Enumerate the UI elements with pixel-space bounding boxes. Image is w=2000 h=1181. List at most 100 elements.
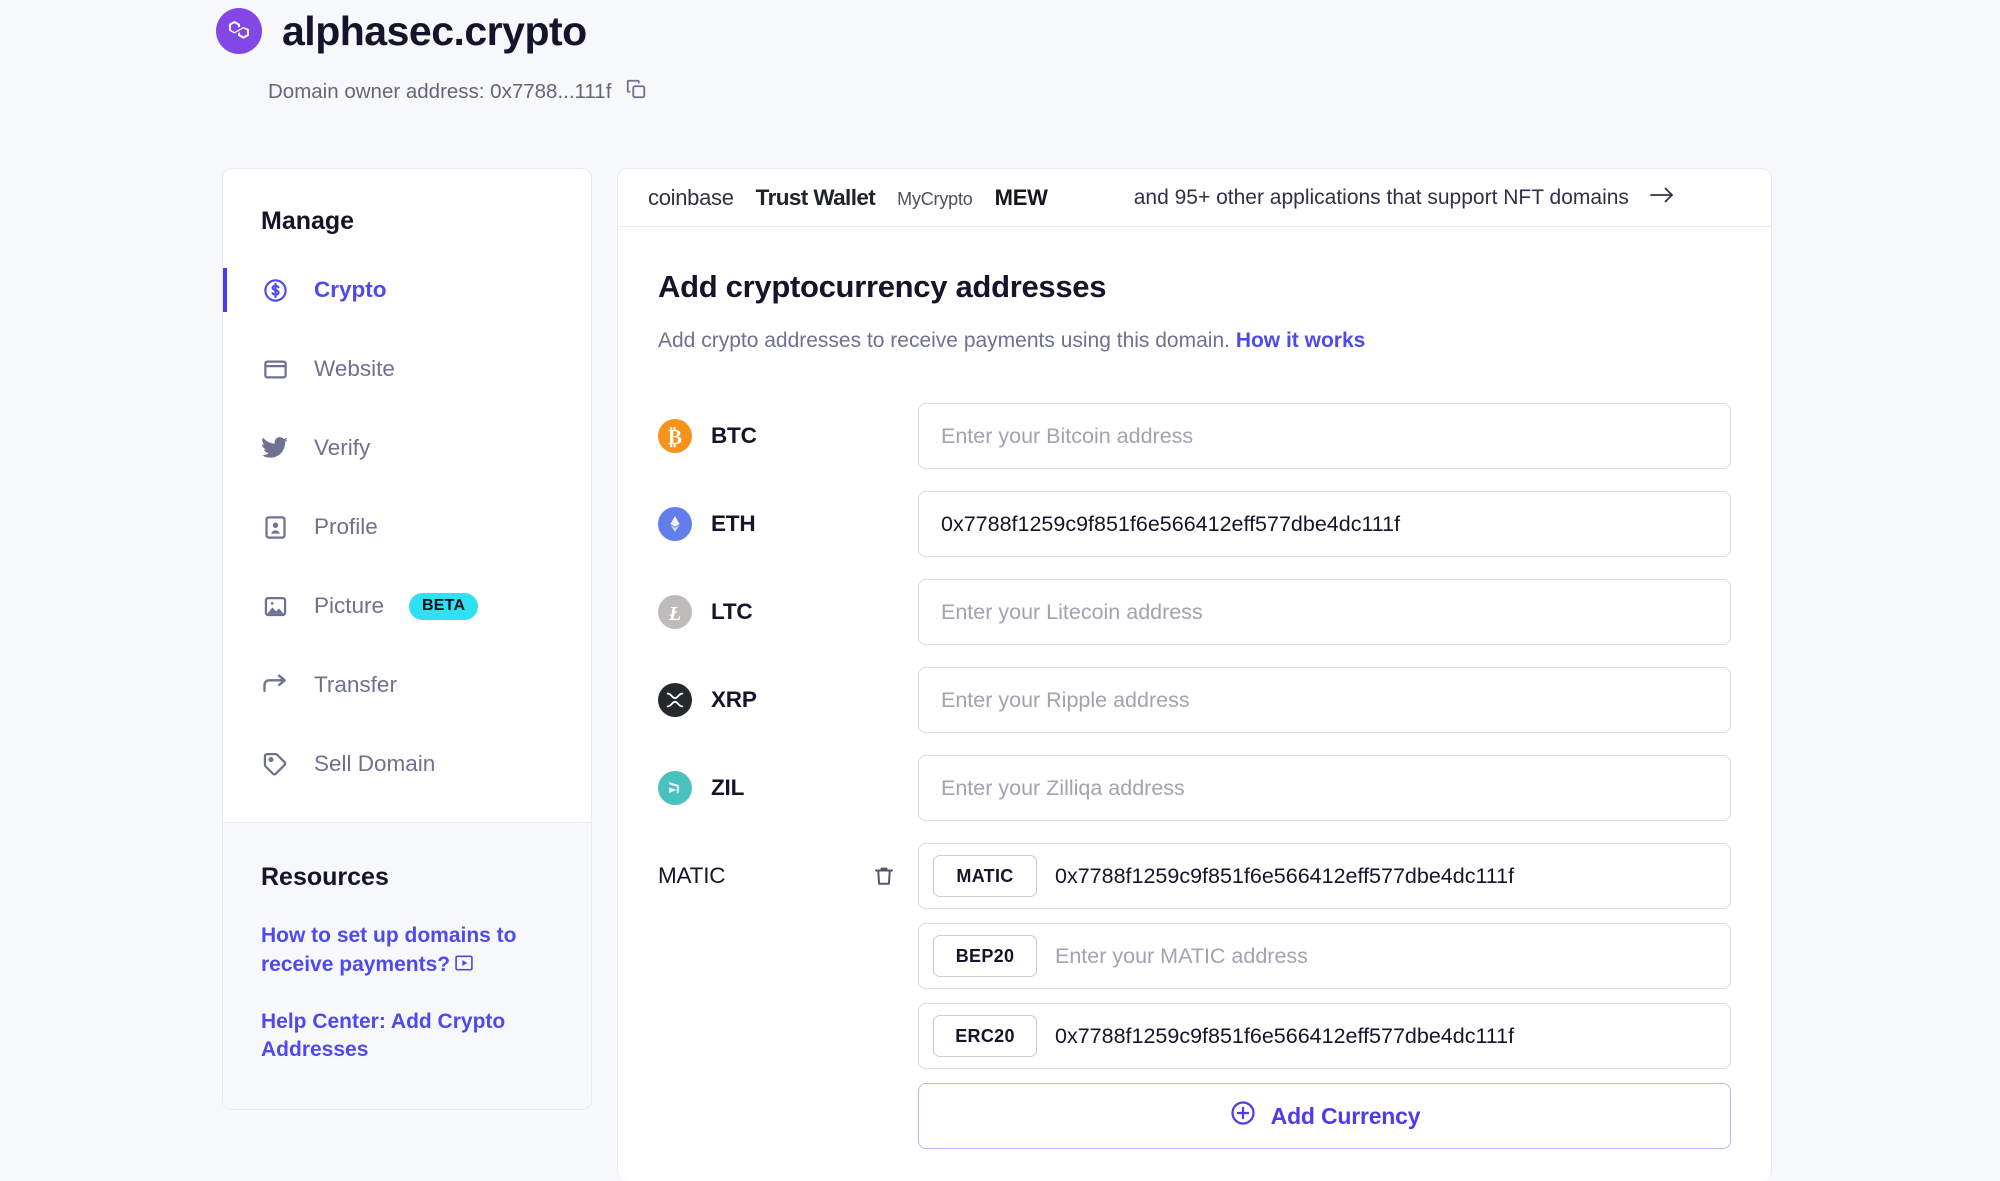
plus-circle-icon bbox=[1229, 1099, 1257, 1133]
price-tag-icon bbox=[261, 750, 289, 778]
arrow-right-icon bbox=[1649, 184, 1675, 212]
currency-input-wrap-btc bbox=[918, 403, 1731, 469]
sidebar-item-label: Profile bbox=[314, 514, 378, 539]
sidebar-item-crypto[interactable]: Crypto bbox=[223, 266, 591, 314]
bitcoin-icon: ₿ bbox=[658, 419, 692, 453]
dollar-circle-icon bbox=[261, 276, 289, 304]
currency-label-xrp: XRP bbox=[658, 667, 918, 733]
matic-address-input[interactable] bbox=[1055, 844, 1716, 908]
image-icon bbox=[261, 592, 289, 620]
currency-ticker: MATIC bbox=[658, 863, 726, 888]
domain-owner-row: Domain owner address: 0x7788...111f bbox=[268, 78, 647, 105]
sidebar-item-website[interactable]: Website bbox=[223, 345, 591, 393]
wallet-logo-mycrypto: MyCrypto bbox=[897, 188, 973, 209]
btc-address-input[interactable] bbox=[918, 403, 1731, 469]
play-video-icon bbox=[454, 953, 474, 982]
chain-chip-matic[interactable]: MATIC bbox=[933, 855, 1037, 897]
svg-text:₿: ₿ bbox=[668, 425, 682, 449]
page-subtitle-text: Add crypto addresses to receive payments… bbox=[658, 329, 1230, 352]
sidebar-item-label: Transfer bbox=[314, 672, 397, 697]
resource-link-label: How to set up domains to receive payment… bbox=[261, 924, 517, 976]
wallet-logo-coinbase: coinbase bbox=[648, 184, 734, 210]
litecoin-icon: Ł bbox=[658, 595, 692, 629]
currency-label-zil: ZIL bbox=[658, 755, 918, 821]
wallet-logo-mew: MEW bbox=[994, 184, 1048, 210]
browser-window-icon bbox=[261, 355, 289, 383]
manage-heading: Manage bbox=[261, 207, 355, 235]
manage-section: Manage Crypto Website Verify Profile Pic… bbox=[223, 169, 591, 822]
sidebar-item-sell-domain[interactable]: Sell Domain bbox=[223, 740, 591, 788]
currency-row-eth: ETH bbox=[658, 491, 1731, 557]
matic-chain-inputs: MATIC BEP20 ERC20 bbox=[918, 843, 1731, 1149]
polygon-logo-icon bbox=[216, 8, 262, 54]
currency-row-zil: ZIL bbox=[658, 755, 1731, 821]
currency-ticker: BTC bbox=[711, 423, 757, 448]
svg-text:Ł: Ł bbox=[668, 603, 681, 625]
domain-title-row: alphasec.crypto bbox=[216, 8, 647, 54]
arrow-turn-right-icon bbox=[261, 671, 289, 699]
chain-chip-erc20[interactable]: ERC20 bbox=[933, 1015, 1037, 1057]
sidebar-item-label: Crypto bbox=[314, 277, 387, 302]
currency-label-matic: MATIC bbox=[658, 843, 918, 909]
ripple-icon bbox=[658, 683, 692, 717]
trash-icon[interactable] bbox=[872, 864, 896, 888]
currency-row-ltc: Ł LTC bbox=[658, 579, 1731, 645]
ethereum-icon bbox=[658, 507, 692, 541]
supported-wallets-bar: coinbase Trust Wallet MyCrypto MEW and 9… bbox=[618, 169, 1771, 227]
eth-address-input[interactable] bbox=[918, 491, 1731, 557]
more-applications-link[interactable]: and 95+ other applications that support … bbox=[1134, 184, 1675, 212]
matic-chain-row-erc20: ERC20 bbox=[918, 1003, 1731, 1069]
matic-chain-row-matic: MATIC bbox=[918, 843, 1731, 909]
erc20-address-input[interactable] bbox=[1055, 1004, 1716, 1068]
sidebar: Manage Crypto Website Verify Profile Pic… bbox=[222, 168, 592, 1111]
more-applications-label: and 95+ other applications that support … bbox=[1133, 185, 1629, 209]
currency-ticker: LTC bbox=[711, 599, 753, 624]
sidebar-item-label: Picture bbox=[314, 593, 385, 618]
resources-section: Resources How to set up domains to recei… bbox=[223, 822, 591, 1110]
add-currency-button[interactable]: Add Currency bbox=[918, 1083, 1731, 1149]
ltc-address-input[interactable] bbox=[918, 579, 1731, 645]
sidebar-item-profile[interactable]: Profile bbox=[223, 503, 591, 551]
currency-input-wrap-xrp bbox=[918, 667, 1731, 733]
sidebar-item-verify[interactable]: Verify bbox=[223, 424, 591, 472]
currency-ticker: ZIL bbox=[711, 775, 745, 800]
copy-icon[interactable] bbox=[625, 78, 647, 105]
chain-chip-bep20[interactable]: BEP20 bbox=[933, 935, 1037, 977]
currency-row-matic: MATIC MATIC BEP20 bbox=[658, 843, 1731, 1149]
resources-heading: Resources bbox=[261, 863, 389, 891]
domain-owner-address: Domain owner address: 0x7788...111f bbox=[268, 79, 612, 103]
zilliqa-icon bbox=[658, 771, 692, 805]
currency-ticker: XRP bbox=[711, 687, 757, 712]
resource-link-help-center[interactable]: Help Center: Add Crypto Addresses bbox=[261, 1008, 531, 1066]
currency-ticker: ETH bbox=[711, 511, 756, 536]
currency-input-wrap-eth bbox=[918, 491, 1731, 557]
person-card-icon bbox=[261, 513, 289, 541]
currency-label-ltc: Ł LTC bbox=[658, 579, 918, 645]
currency-label-btc: ₿ BTC bbox=[658, 403, 918, 469]
wallet-logo-trust-wallet: Trust Wallet bbox=[755, 184, 876, 210]
page-subtitle: Add crypto addresses to receive payments… bbox=[658, 329, 1731, 353]
sidebar-item-label: Website bbox=[314, 356, 395, 381]
wallet-logo-list: coinbase Trust Wallet MyCrypto MEW bbox=[648, 185, 1048, 211]
sidebar-item-label: Sell Domain bbox=[314, 751, 436, 776]
currency-row-btc: ₿ BTC bbox=[658, 403, 1731, 469]
sidebar-item-transfer[interactable]: Transfer bbox=[223, 661, 591, 709]
twitter-bird-icon bbox=[261, 434, 289, 462]
currency-label-eth: ETH bbox=[658, 491, 918, 557]
xrp-address-input[interactable] bbox=[918, 667, 1731, 733]
matic-chain-row-bep20: BEP20 bbox=[918, 923, 1731, 989]
main-panel: coinbase Trust Wallet MyCrypto MEW and 9… bbox=[617, 168, 1772, 1181]
page-root: alphasec.crypto Domain owner address: 0x… bbox=[0, 0, 2000, 1181]
resource-link-setup-domains[interactable]: How to set up domains to receive payment… bbox=[261, 922, 531, 982]
currency-row-xrp: XRP bbox=[658, 667, 1731, 733]
status-badge: BETA bbox=[409, 592, 479, 620]
page-header: alphasec.crypto Domain owner address: 0x… bbox=[216, 8, 647, 105]
add-currency-label: Add Currency bbox=[1270, 1102, 1421, 1129]
domain-name: alphasec.crypto bbox=[282, 7, 587, 54]
sidebar-item-picture[interactable]: Picture BETA bbox=[223, 582, 591, 630]
sidebar-item-label: Verify bbox=[314, 435, 371, 460]
page-title: Add cryptocurrency addresses bbox=[658, 269, 1107, 304]
zil-address-input[interactable] bbox=[918, 755, 1731, 821]
bep20-address-input[interactable] bbox=[1055, 924, 1716, 988]
how-it-works-link[interactable]: How it works bbox=[1236, 329, 1366, 352]
